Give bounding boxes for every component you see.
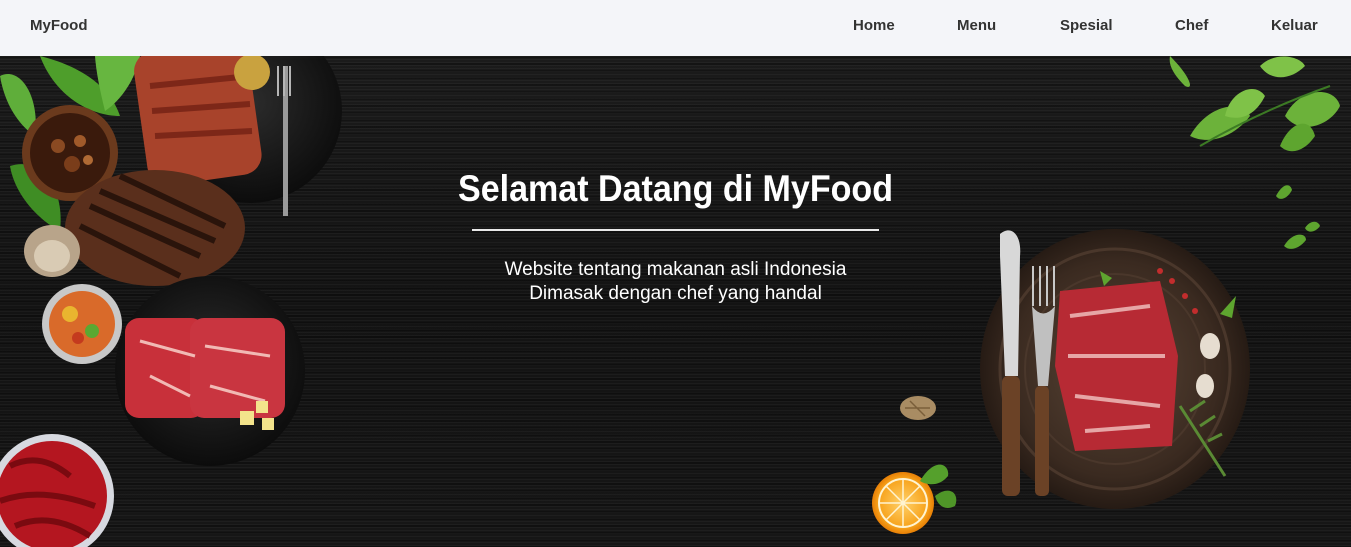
nav-link-chef[interactable]: Chef	[1175, 17, 1208, 34]
hero-subtitle-line2: Dimasak dengan chef yang handal	[529, 283, 822, 304]
chili-bowl	[0, 434, 114, 547]
orange-slice	[872, 464, 957, 534]
hero-banner: Selamat Datang di MyFood Website tentang…	[0, 56, 1351, 547]
nav-link-home[interactable]: Home	[853, 17, 895, 34]
nav-link-spesial[interactable]: Spesial	[1060, 17, 1113, 34]
leaves-right-top	[1169, 56, 1340, 249]
navbar: MyFood Home Menu Spesial Chef Keluar	[0, 0, 1351, 56]
nav-link-menu[interactable]: Menu	[957, 17, 996, 34]
hero-divider	[472, 229, 879, 231]
hero-title: Selamat Datang di MyFood	[457, 168, 894, 209]
nutmeg	[900, 396, 936, 420]
nav-link-keluar[interactable]: Keluar	[1271, 17, 1318, 34]
hero-subtitle-line1: Website tentang makanan asli Indonesia	[504, 259, 847, 280]
brand-logo[interactable]: MyFood	[30, 17, 88, 34]
